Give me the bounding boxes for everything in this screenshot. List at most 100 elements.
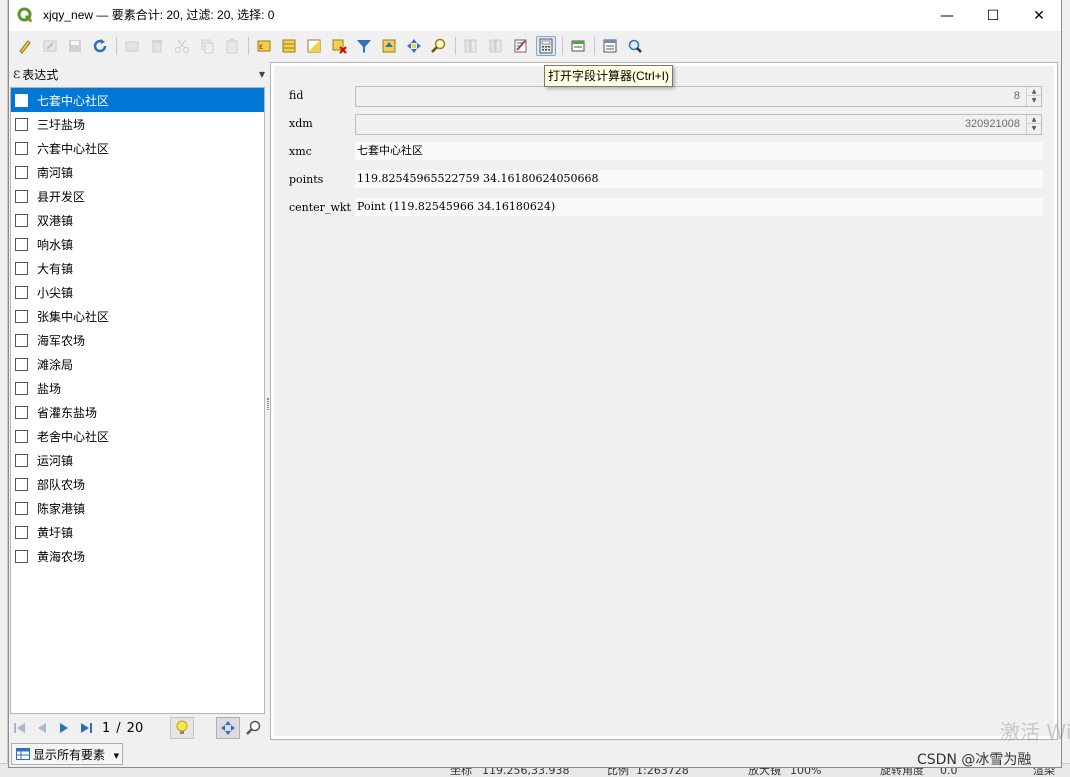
feature-checkbox[interactable] [15, 549, 28, 563]
feature-checkbox[interactable] [15, 93, 28, 107]
feature-checkbox[interactable] [15, 117, 28, 131]
feature-list-item[interactable]: 盐场 [11, 376, 264, 400]
points-field[interactable]: 119.82545965522759 34.16180624050668 [355, 170, 1043, 188]
feature-list-item[interactable]: 县开发区 [11, 184, 264, 208]
next-feature-button[interactable] [55, 718, 73, 738]
delete-feature-icon[interactable] [147, 36, 167, 56]
previous-feature-button[interactable] [33, 718, 51, 738]
minimize-button[interactable]: — [924, 0, 970, 31]
xmc-field[interactable]: 七套中心社区 [355, 142, 1043, 160]
conditional-format-icon[interactable] [511, 36, 531, 56]
field-label: points [289, 173, 324, 186]
pan-to-selected-icon[interactable] [404, 36, 424, 56]
feature-label: 县开发区 [37, 189, 86, 204]
select-all-icon[interactable] [279, 36, 299, 56]
feature-checkbox[interactable] [15, 429, 28, 443]
center_wkt-field[interactable]: Point (119.82545966 34.16180624) [355, 198, 1043, 216]
feature-checkbox[interactable] [15, 189, 28, 203]
feature-list-item[interactable]: 省灌东盐场 [11, 400, 264, 424]
toolbar-separator [594, 37, 595, 55]
expression-icon: ε [13, 66, 21, 82]
feature-checkbox[interactable] [15, 261, 28, 275]
zoom-icon[interactable] [625, 36, 645, 56]
feature-list-item[interactable]: 响水镇 [11, 232, 264, 256]
feature-checkbox[interactable] [15, 501, 28, 515]
feature-list-item[interactable]: 六套中心社区 [11, 136, 264, 160]
edit-pencil-icon[interactable] [15, 36, 35, 56]
multi-edit-icon[interactable] [40, 36, 60, 56]
auto-pan-button[interactable] [216, 717, 240, 739]
paste-icon[interactable] [222, 36, 242, 56]
spin-down-icon[interactable]: ▼ [1027, 96, 1041, 105]
feature-list-item[interactable]: 大有镇 [11, 256, 264, 280]
table-icon [16, 748, 30, 760]
feature-list-item[interactable]: 部队农场 [11, 472, 264, 496]
splitter-handle[interactable] [267, 398, 269, 410]
title-bar: xjqy_new — 要素合计: 20, 过滤: 20, 选择: 0 — ☐ ✕ [9, 0, 1061, 31]
feature-checkbox[interactable] [15, 165, 28, 179]
fid-spinbox[interactable]: 8 ▲ ▼ [355, 86, 1042, 107]
feature-list-item[interactable]: 黄海农场 [11, 544, 264, 568]
feature-checkbox[interactable] [15, 357, 28, 371]
show-all-features-dropdown[interactable]: 显示所有要素 ▼ [11, 743, 123, 765]
toolbar-separator [455, 37, 456, 55]
auto-zoom-button[interactable] [244, 718, 264, 738]
feature-list-item[interactable]: 张集中心社区 [11, 304, 264, 328]
move-selection-top-icon[interactable] [379, 36, 399, 56]
delete-field-icon[interactable] [486, 36, 506, 56]
save-edits-icon[interactable] [65, 36, 85, 56]
reload-icon[interactable] [90, 36, 110, 56]
feature-checkbox[interactable] [15, 213, 28, 227]
invert-selection-icon[interactable] [304, 36, 324, 56]
close-button[interactable]: ✕ [1016, 0, 1062, 31]
feature-list-item[interactable]: 陈家港镇 [11, 496, 264, 520]
highlight-feature-button[interactable] [170, 717, 194, 739]
spin-up-icon[interactable]: ▲ [1027, 87, 1041, 96]
expression-label: 表达式 [22, 67, 59, 82]
feature-checkbox[interactable] [15, 333, 28, 347]
feature-list-item[interactable]: 三圩盐场 [11, 112, 264, 136]
dock-table-icon[interactable] [568, 36, 588, 56]
actions-icon[interactable] [600, 36, 620, 56]
feature-checkbox[interactable] [15, 237, 28, 251]
feature-checkbox[interactable] [15, 453, 28, 467]
feature-list-item[interactable]: 滩涂局 [11, 352, 264, 376]
spin-up-icon[interactable]: ▲ [1027, 115, 1041, 124]
feature-list-item[interactable]: 七套中心社区 [11, 88, 264, 112]
xdm-spinbox[interactable]: 320921008 ▲ ▼ [355, 114, 1042, 135]
expression-selector[interactable]: ε 表达式 ▼ [9, 62, 267, 86]
spin-arrows[interactable]: ▲ ▼ [1026, 115, 1041, 134]
feature-list-item[interactable]: 黄圩镇 [11, 520, 264, 544]
feature-checkbox[interactable] [15, 285, 28, 299]
maximize-button[interactable]: ☐ [970, 0, 1016, 31]
filter-select-icon[interactable] [354, 36, 374, 56]
field-calculator-icon[interactable] [536, 36, 556, 56]
select-by-expression-icon[interactable]: ε [254, 36, 274, 56]
deselect-all-icon[interactable] [329, 36, 349, 56]
feature-list-item[interactable]: 老舍中心社区 [11, 424, 264, 448]
new-field-icon[interactable] [461, 36, 481, 56]
feature-checkbox[interactable] [15, 141, 28, 155]
feature-list-item[interactable]: 运河镇 [11, 448, 264, 472]
copy-icon[interactable] [197, 36, 217, 56]
spin-down-icon[interactable]: ▼ [1027, 124, 1041, 133]
cut-icon[interactable] [172, 36, 192, 56]
add-feature-icon[interactable] [122, 36, 142, 56]
feature-checkbox[interactable] [15, 405, 28, 419]
csdn-watermark: CSDN @冰雪为融 [917, 752, 1032, 768]
feature-checkbox[interactable] [15, 525, 28, 539]
feature-list-item[interactable]: 海军农场 [11, 328, 264, 352]
form-row-fid: fid 8 ▲ ▼ [274, 85, 1054, 107]
feature-checkbox[interactable] [15, 309, 28, 323]
zoom-to-selected-icon[interactable] [429, 36, 449, 56]
first-feature-button[interactable] [11, 718, 29, 738]
feature-checkbox[interactable] [15, 477, 28, 491]
feature-list-item[interactable]: 双港镇 [11, 208, 264, 232]
field-calculator-tooltip: 打开字段计算器(Ctrl+I) [544, 65, 673, 87]
spin-arrows[interactable]: ▲ ▼ [1026, 87, 1041, 106]
feature-list-item[interactable]: 小尖镇 [11, 280, 264, 304]
last-feature-button[interactable] [77, 718, 95, 738]
feature-label: 黄圩镇 [37, 525, 74, 540]
feature-list-item[interactable]: 南河镇 [11, 160, 264, 184]
feature-checkbox[interactable] [15, 381, 28, 395]
